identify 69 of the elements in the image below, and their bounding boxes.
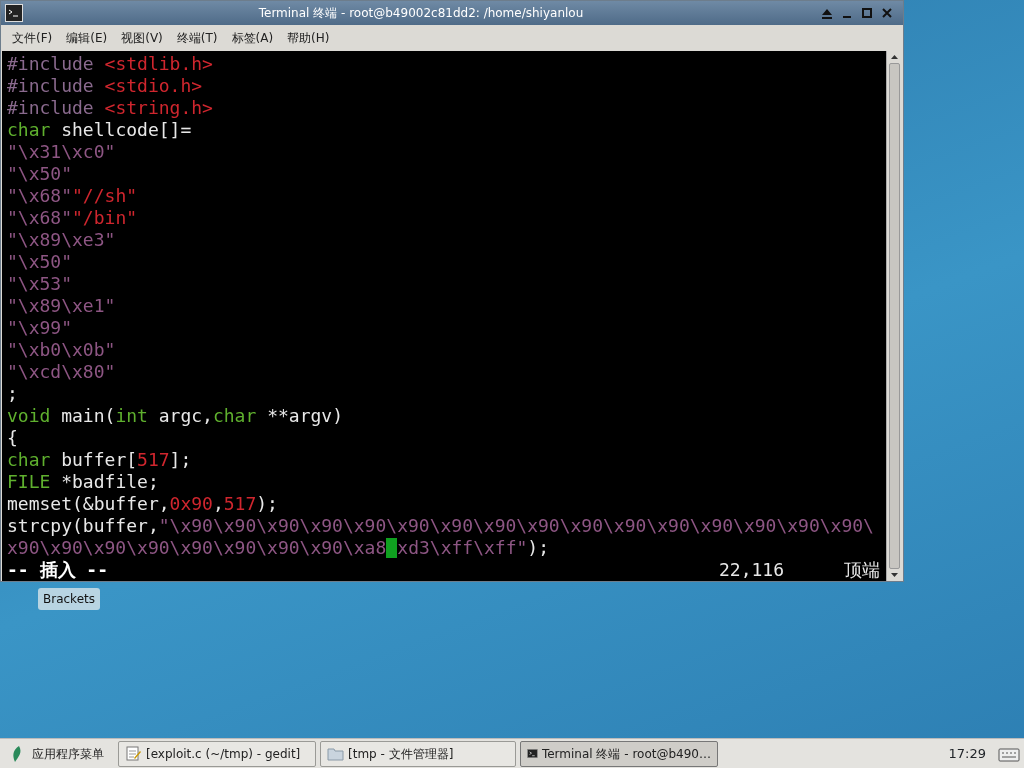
notepad-icon — [125, 745, 142, 762]
code-text: #include — [7, 53, 95, 74]
code-text: "\x90\x90\x90\x90\x90\x90\x90\x90\x90\x90\x90\x90\x90\x90\x90\x90\ — [158, 515, 874, 536]
code-text: "\x68" — [7, 207, 73, 228]
terminal-icon[interactable] — [5, 4, 23, 22]
menu-item[interactable]: 帮助(H) — [280, 29, 337, 47]
code-text: xd3\xff\xff" — [397, 537, 528, 558]
code-text: #include — [7, 75, 95, 96]
menu-item[interactable]: 文件(F) — [5, 29, 60, 47]
code-text: char — [7, 119, 51, 140]
code-text: "\x89\xe1" — [7, 295, 116, 316]
start-menu-button[interactable]: 应用程序菜单 — [4, 740, 110, 767]
code-text: <string.h> — [104, 97, 213, 118]
maximize-icon[interactable] — [859, 5, 875, 21]
code-text: "\x68" — [7, 185, 73, 206]
code-text: FILE — [7, 471, 51, 492]
code-text: char — [7, 449, 51, 470]
code-text: "\x50" — [7, 163, 73, 184]
scroll-bar[interactable] — [886, 51, 902, 581]
taskbar-button[interactable]: [tmp - 文件管理器] — [320, 740, 516, 767]
menu-item[interactable]: 编辑(E) — [59, 29, 115, 47]
code-text: char — [212, 405, 257, 426]
clock[interactable]: 17:29 — [948, 743, 986, 764]
scroll-position: 顶端 — [844, 559, 880, 581]
code-text: void — [7, 405, 51, 426]
taskbar-button[interactable]: [exploit.c (~/tmp) - gedit] — [118, 740, 316, 767]
code-text: argc, — [157, 405, 213, 426]
code-text: shellcode[]= — [60, 119, 192, 140]
mode-indicator: -- 插入 -- — [7, 559, 109, 581]
code-text: "\x50" — [7, 251, 73, 272]
code-text: buffer[ — [60, 449, 138, 470]
code-text: 0x90 — [169, 493, 213, 514]
code-text: "\xcd\x80" — [7, 361, 116, 382]
code-text: int — [115, 405, 148, 426]
code-text: "/bin" — [72, 207, 138, 228]
menu-item[interactable]: 终端(T) — [169, 29, 225, 47]
code-text: 517 — [137, 449, 170, 470]
menu-item[interactable]: 视图(V) — [114, 29, 170, 47]
code-text: ; — [7, 383, 18, 404]
code-text: *badfile; — [60, 471, 159, 492]
folder-icon — [327, 745, 344, 762]
code-text: , — [212, 493, 224, 514]
code-text: "\x89\xe3" — [7, 229, 116, 250]
code-text: "\xb0\x0b" — [7, 339, 116, 360]
code-text: ); — [527, 537, 550, 558]
tooltip: Brackets — [38, 588, 100, 610]
code-text: memset(&buffer, — [7, 493, 170, 514]
code-text: ); — [256, 493, 278, 514]
code-text: 517 — [223, 493, 257, 514]
code-text: main( — [60, 405, 116, 426]
code-text: <stdlib.h> — [104, 53, 213, 74]
code-text: strcpy(buffer, — [7, 515, 159, 536]
menu-item[interactable]: 标签(A) — [224, 29, 281, 47]
terminal-view[interactable] — [2, 51, 902, 581]
code-text: **argv) — [266, 405, 343, 426]
taskbar-button[interactable]: Terminal 终端 - root@b490… — [520, 740, 718, 767]
scroll-thumb[interactable] — [889, 63, 900, 569]
code-text: "//sh" — [72, 185, 138, 206]
text-cursor — [386, 538, 398, 558]
cursor-position: 22,116 — [718, 559, 784, 581]
code-text: ]; — [169, 449, 192, 470]
code-text: #include — [7, 97, 95, 118]
code-text: "\x31\xc0" — [7, 141, 116, 162]
code-text: <stdio.h> — [104, 75, 203, 96]
code-text: "\x53" — [7, 273, 73, 294]
code-text: { — [7, 427, 18, 448]
window-title: Terminal 终端 - root@b49002c81dd2: /home/shiyanlou — [257, 5, 585, 22]
code-text: x90\x90\x90\x90\x90\x90\x90\x90\xa8 — [7, 537, 387, 558]
code-text: "\x99" — [7, 317, 73, 338]
